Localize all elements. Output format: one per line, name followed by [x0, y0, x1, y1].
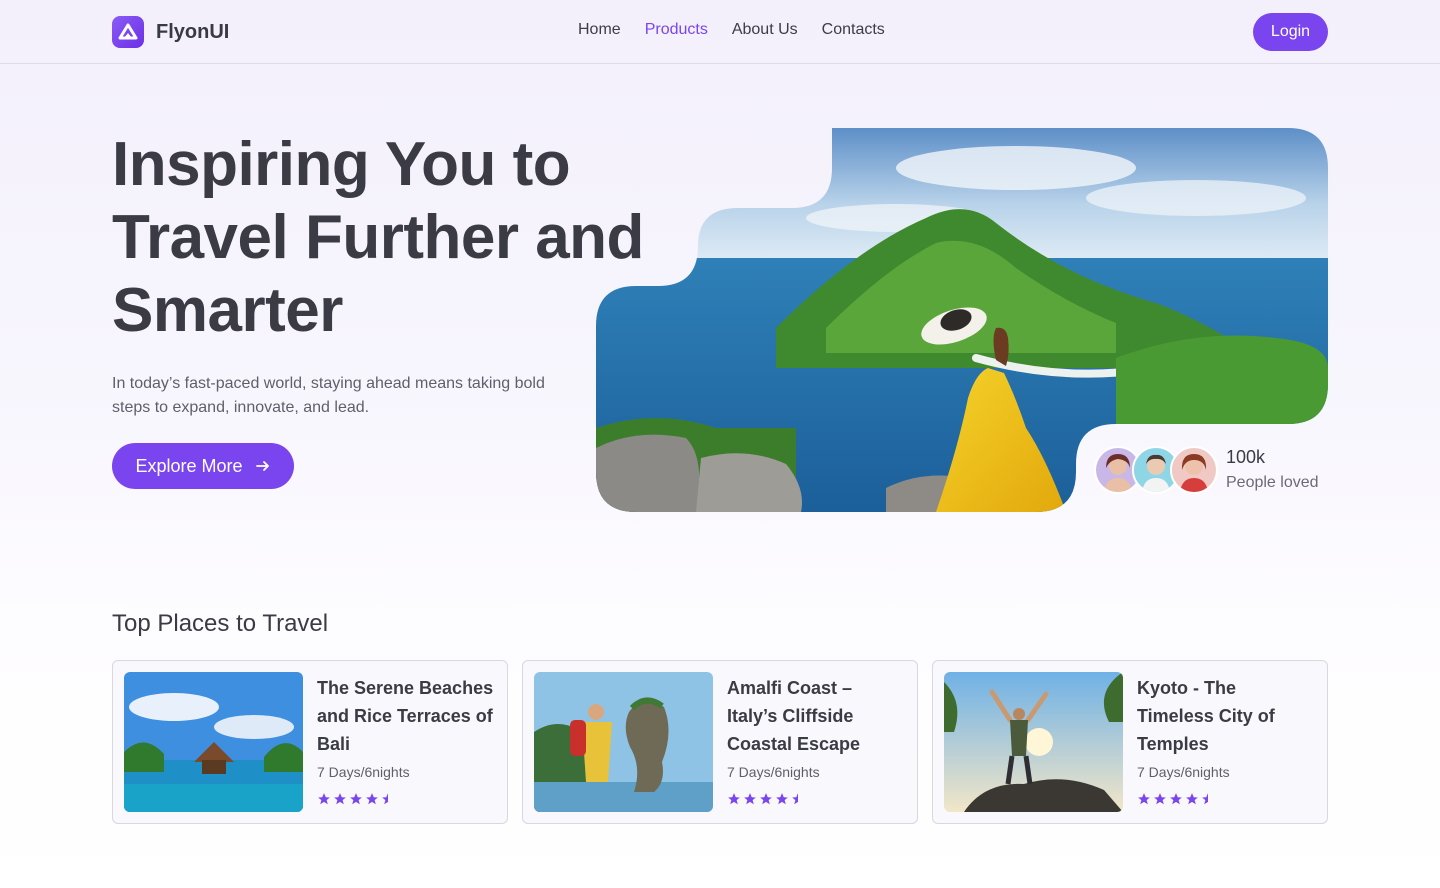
place-title: Amalfi Coast – Italy’s Cliffside Coastal…: [727, 678, 861, 754]
explore-more-button[interactable]: Explore More: [112, 443, 294, 489]
place-title: Kyoto - The Timeless City of Temples: [1137, 678, 1275, 754]
place-card-body: Amalfi Coast – Italy’s Cliffside Coastal…: [727, 672, 906, 812]
star-icon: [318, 793, 330, 805]
star-icon: [1154, 793, 1166, 805]
nav-about-us[interactable]: About Us: [732, 21, 798, 39]
nav-contacts[interactable]: Contacts: [822, 21, 885, 39]
star-half-icon: [1202, 793, 1208, 805]
place-image: [124, 672, 303, 812]
star-half-icon: [382, 793, 388, 805]
rating-stars: [317, 792, 496, 806]
arrow-right-icon: [255, 461, 269, 471]
place-title: The Serene Beaches and Rice Terraces of …: [317, 678, 494, 754]
place-duration: 7 Days/6nights: [317, 764, 410, 780]
section-title: Top Places to Travel: [112, 610, 329, 637]
star-icon: [366, 793, 378, 805]
star-icon: [334, 793, 346, 805]
star-icon: [744, 793, 756, 805]
flyonui-logo-icon: [112, 16, 144, 48]
star-icon: [1138, 793, 1150, 805]
place-card-body: Kyoto - The Timeless City of Temples 7 D…: [1137, 672, 1316, 812]
rating-stars: [727, 792, 906, 806]
places-list: The Serene Beaches and Rice Terraces of …: [112, 660, 1328, 824]
loved-text: 100k People loved: [1226, 444, 1319, 496]
nav-home[interactable]: Home: [578, 21, 621, 39]
hero-description: In today’s fast-paced world, staying ahe…: [112, 375, 545, 416]
explore-more-label: Explore More: [135, 455, 243, 476]
people-loved-badge: 100k People loved: [1094, 444, 1319, 496]
place-duration: 7 Days/6nights: [1137, 764, 1230, 780]
place-card-body: The Serene Beaches and Rice Terraces of …: [317, 672, 496, 812]
avatar-group: [1094, 446, 1218, 494]
star-icon: [728, 793, 740, 805]
place-duration: 7 Days/6nights: [727, 764, 820, 780]
main-nav: Home Products About Us Contacts: [578, 21, 885, 39]
avatar: [1170, 446, 1218, 494]
rating-stars: [1137, 792, 1316, 806]
brand-logo[interactable]: FlyonUI: [112, 16, 229, 48]
place-image: [944, 672, 1123, 812]
loved-label: People loved: [1226, 474, 1319, 491]
hero-title-line: Inspiring You to: [112, 130, 571, 199]
star-icon: [760, 793, 772, 805]
star-icon: [1186, 793, 1198, 805]
top-navbar: FlyonUI Home Products About Us Contacts …: [0, 0, 1440, 64]
place-card-bali[interactable]: The Serene Beaches and Rice Terraces of …: [112, 660, 508, 824]
brand-name: FlyonUI: [156, 20, 230, 43]
hero-title-line: Smarter: [112, 276, 343, 345]
hero-title-line: Travel Further and: [112, 203, 644, 272]
loved-count: 100k: [1226, 447, 1266, 467]
star-half-icon: [792, 793, 798, 805]
place-card-amalfi[interactable]: Amalfi Coast – Italy’s Cliffside Coastal…: [522, 660, 918, 824]
star-icon: [776, 793, 788, 805]
hero-title: Inspiring You to Travel Further and Smar…: [112, 128, 672, 347]
nav-products[interactable]: Products: [645, 21, 708, 39]
place-image: [534, 672, 713, 812]
star-icon: [1170, 793, 1182, 805]
place-card-kyoto[interactable]: Kyoto - The Timeless City of Temples 7 D…: [932, 660, 1328, 824]
login-button[interactable]: Login: [1253, 13, 1328, 51]
star-icon: [350, 793, 362, 805]
